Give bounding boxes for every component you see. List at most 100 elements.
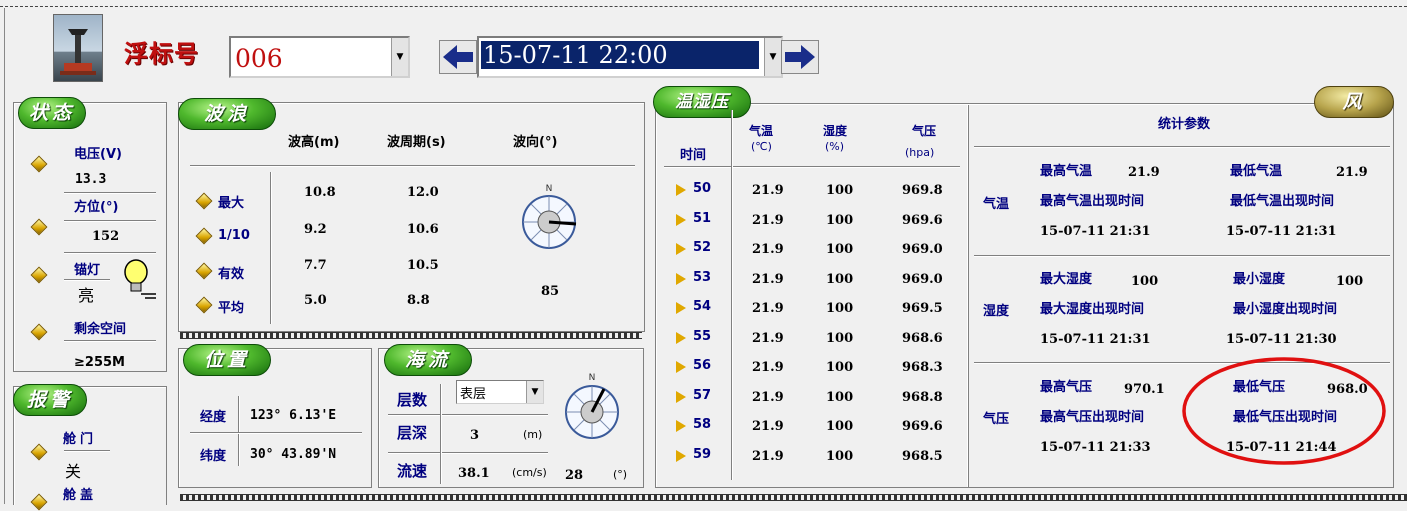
arrow-left-icon — [443, 45, 473, 69]
thp-hum-value: 100 — [826, 301, 854, 316]
svg-text:N: N — [546, 184, 553, 194]
thp-row: 50 21.9 100 969.8 — [664, 180, 964, 202]
thp-hum-value: 100 — [826, 183, 854, 198]
wave-period-value: 10.6 — [407, 222, 439, 237]
longitude-value: 123° 6.13'E — [250, 408, 337, 423]
prev-time-button[interactable] — [439, 40, 477, 74]
divider — [64, 252, 156, 253]
thp-time-value: 56 — [693, 358, 712, 373]
divider — [270, 172, 271, 324]
thp-row: 54 21.9 100 969.5 — [664, 298, 964, 320]
stats-temp-min-time: 15-07-11 21:31 — [1226, 224, 1337, 239]
thp-temp-value: 21.9 — [752, 183, 784, 198]
thp-col-hum-unit: (%) — [825, 140, 845, 153]
thp-row: 52 21.9 100 969.0 — [664, 239, 964, 261]
thp-time-value: 58 — [693, 417, 712, 432]
thp-row-arrow-icon — [676, 214, 686, 226]
bearing-label: 方位(°) — [74, 200, 119, 215]
hatch-door-value: 关 — [65, 462, 82, 481]
wave-direction-value: 85 — [541, 284, 560, 299]
stats-hum-max-time-label: 最大湿度出现时间 — [1040, 302, 1145, 317]
thp-temp-value: 21.9 — [752, 390, 784, 405]
thp-time-value: 59 — [693, 447, 712, 462]
voltage-value: 13.3 — [75, 172, 107, 187]
hatch-cover-label: 舱盖 — [63, 488, 98, 503]
stats-temp-max-time: 15-07-11 21:31 — [1040, 224, 1151, 239]
thp-hum-value: 100 — [826, 419, 854, 434]
thp-time-value: 53 — [693, 270, 712, 285]
status-title: 状态 — [18, 97, 86, 129]
wave-period-value: 10.5 — [407, 258, 439, 273]
thp-time-value: 57 — [693, 388, 712, 403]
depth-label: 层深 — [397, 424, 428, 442]
current-direction-value: 28 — [565, 468, 584, 483]
divider — [64, 450, 110, 451]
stats-temp-min-label: 最低气温 — [1230, 164, 1283, 179]
thp-col-press-unit: (hpa) — [905, 146, 935, 159]
svg-text:N: N — [589, 373, 596, 383]
wave-row-label: 1/10 — [218, 228, 250, 243]
space-value: ≥255M — [74, 355, 125, 370]
datetime-value: 15-07-11 22:00 — [481, 41, 759, 69]
thp-hum-value: 100 — [826, 242, 854, 257]
thp-press-value: 969.6 — [902, 213, 943, 228]
thp-temp-value: 21.9 — [752, 419, 784, 434]
wind-button[interactable]: 风 — [1314, 86, 1394, 118]
thp-temp-value: 21.9 — [752, 301, 784, 316]
stats-hum-label: 湿度 — [983, 304, 1010, 319]
thp-time-value: 52 — [693, 240, 712, 255]
arrow-right-icon — [785, 45, 815, 69]
thp-press-value: 968.8 — [902, 390, 943, 405]
buoy-label: 浮标号 — [124, 39, 199, 68]
thp-row-arrow-icon — [676, 420, 686, 432]
left-border — [4, 8, 5, 504]
stats-temp-max-value: 21.9 — [1128, 165, 1160, 180]
divider — [974, 255, 1390, 256]
longitude-label: 经度 — [200, 410, 227, 425]
thp-row: 59 21.9 100 968.5 — [664, 446, 964, 468]
wave-compass-icon: N — [513, 182, 585, 258]
thp-hum-value: 100 — [826, 272, 854, 287]
wave-row-label: 最大 — [218, 196, 245, 211]
wave-col-period: 波周期(s) — [387, 135, 446, 150]
wave-height-value: 7.7 — [304, 258, 327, 273]
thp-row: 57 21.9 100 968.8 — [664, 387, 964, 409]
thp-time-value: 54 — [693, 299, 712, 314]
datetime-select[interactable]: 15-07-11 22:00 ▼ — [477, 36, 783, 78]
layer-select[interactable]: 表层 ▼ — [456, 380, 544, 404]
speed-label: 流速 — [397, 462, 428, 480]
thp-row-arrow-icon — [676, 302, 686, 314]
thp-time-value: 55 — [693, 329, 712, 344]
chevron-down-icon[interactable]: ▼ — [391, 38, 408, 76]
divider — [388, 452, 548, 453]
divider — [388, 414, 548, 415]
alarm-title: 报警 — [13, 384, 87, 416]
thp-col-temp: 气温 — [749, 124, 774, 138]
wave-height-value: 10.8 — [304, 185, 336, 200]
thp-row-arrow-icon — [676, 243, 686, 255]
wave-title: 波浪 — [178, 98, 276, 130]
thp-press-value: 969.0 — [902, 272, 943, 287]
thp-col-time: 时间 — [680, 148, 707, 163]
stats-temp-min-value: 21.9 — [1336, 165, 1368, 180]
chevron-down-icon[interactable]: ▼ — [764, 38, 781, 76]
next-time-button[interactable] — [781, 40, 819, 74]
divider — [64, 340, 156, 341]
stats-hum-max-time: 15-07-11 21:31 — [1040, 332, 1151, 347]
buoy-select[interactable]: 006 ▼ — [229, 36, 410, 78]
divider — [238, 396, 239, 466]
anchor-light-value: 亮 — [78, 286, 95, 305]
stats-hum-min-time: 15-07-11 21:30 — [1226, 332, 1337, 347]
thp-temp-value: 21.9 — [752, 272, 784, 287]
wave-period-value: 12.0 — [407, 185, 439, 200]
chevron-down-icon[interactable]: ▼ — [526, 381, 543, 403]
thp-hum-value: 100 — [826, 360, 854, 375]
current-title: 海流 — [384, 344, 472, 376]
thp-temp-value: 21.9 — [752, 331, 784, 346]
highlight-circle — [1182, 357, 1386, 465]
stats-press-max-label: 最高气压 — [1040, 380, 1093, 395]
speed-unit: (cm/s) — [512, 466, 547, 479]
space-label: 剩余空间 — [74, 322, 127, 337]
layer-select-value: 表层 — [460, 387, 487, 402]
voltage-label: 电压(V) — [74, 147, 122, 162]
